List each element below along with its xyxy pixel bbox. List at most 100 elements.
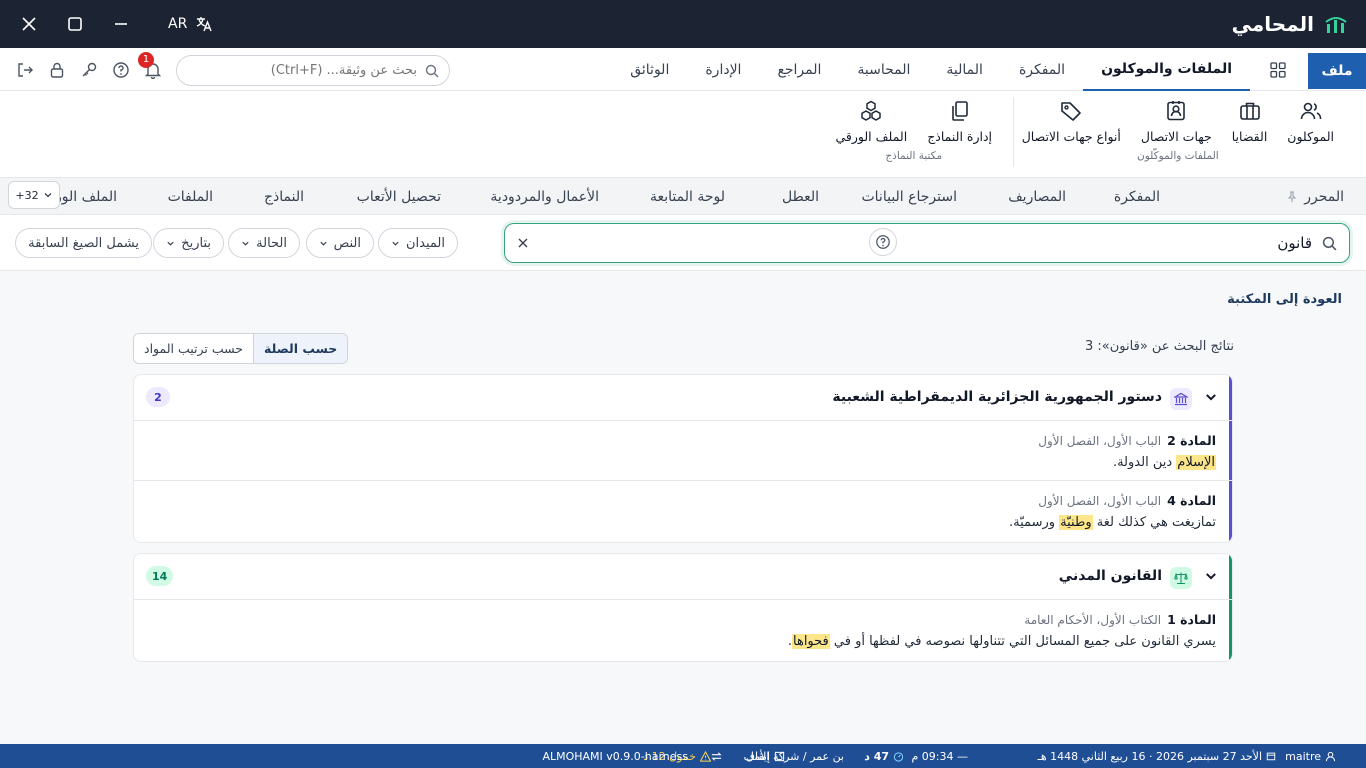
ribbon-group-caption: مكتبة النماذج (885, 150, 943, 162)
module-tab-editor[interactable]: المحرر (1286, 178, 1344, 215)
result-group-header[interactable]: دستور الجمهورية الجزائرية الديمقراطية ال… (134, 375, 1232, 421)
module-tab-paper-file[interactable]: الملف الور (55, 178, 117, 215)
menu-tabs: الملفات والموكلون المفكرة المالية المحاس… (612, 48, 1250, 91)
swap-arrows-icon (711, 751, 722, 761)
module-tab-data-recovery[interactable]: استرجاع البيانات (861, 178, 957, 215)
paper-file-button[interactable]: الملف الورقي (827, 99, 915, 144)
user-icon (1325, 751, 1336, 761)
contacts-button[interactable]: جهات الاتصال (1133, 99, 1220, 144)
hit-highlight: الإسلام (1176, 455, 1216, 470)
maximize-icon (68, 17, 82, 31)
ribbon-group-templates: إدارة النماذج الملف الورقي مكتبة النماذج (827, 99, 1000, 175)
file-menu-button[interactable]: ملف (1308, 53, 1366, 89)
results-count: نتائج البحث عن «قانون»: 3 (1085, 339, 1234, 354)
more-tabs-button[interactable]: +32 (8, 181, 60, 209)
module-tab-templates[interactable]: النماذج (264, 178, 304, 215)
cases-button[interactable]: القضايا (1224, 99, 1276, 144)
ribbon-toolbar: الموكلون القضايا جهات الاتصال أنواع جهات… (0, 91, 1366, 178)
key-button[interactable] (80, 61, 98, 79)
hit-reference: المادة 2 الباب الأول، الفصل الأول (1038, 433, 1216, 448)
menu-tab-references[interactable]: المراجع (759, 48, 839, 91)
sort-by-relevance[interactable]: حسب الصلة (253, 334, 348, 363)
filter-date-chip[interactable]: بتاريخ (153, 228, 224, 258)
hit-snippet: الإسلام دين الدولة. (1112, 455, 1216, 470)
clients-label: الموكلون (1287, 129, 1334, 144)
hit-highlight: فحواها (792, 634, 830, 649)
manage-templates-button[interactable]: إدارة النماذج (919, 99, 1000, 144)
paper-file-label: الملف الورقي (835, 129, 908, 144)
sort-by-article-order[interactable]: حسب ترتيب المواد (134, 334, 254, 363)
language-switch[interactable]: AR (168, 15, 213, 33)
menu-tab-files-clients[interactable]: الملفات والموكلون (1083, 48, 1250, 91)
menu-tab-agenda[interactable]: المفكرة (1001, 48, 1083, 91)
contact-card-icon (1167, 101, 1186, 121)
app-brand: المحامي (1232, 0, 1348, 48)
status-time: — 09:34 م (911, 749, 968, 763)
result-group-header[interactable]: القانون المدني 14 (134, 554, 1232, 600)
module-tab-work-profitability[interactable]: الأعمال والمردودية (490, 178, 599, 215)
close-window-button[interactable] (18, 13, 40, 35)
chevron-down-icon[interactable] (1204, 390, 1218, 404)
status-user-name: maitre (1285, 749, 1321, 763)
lock-icon (50, 62, 64, 78)
filter-text-label: النص (333, 235, 361, 251)
hit-snippet: يسري القانون على جميع المسائل التي تتناو… (787, 634, 1216, 649)
library-search-field (504, 223, 1350, 263)
hit-snippet: تمازيغت هي كذلك لغة وطنيّة ورسميّة. (1009, 515, 1216, 530)
chevron-down-icon[interactable] (1204, 569, 1218, 583)
pause-label: إيقاف (743, 749, 770, 763)
include-previous-versions-chip[interactable]: يشمل الصيغ السابقة (15, 228, 152, 258)
document-search (176, 55, 450, 86)
module-tab-agenda[interactable]: المفكرة (1114, 178, 1160, 215)
module-tab-files[interactable]: الملفات (168, 178, 213, 215)
lock-button[interactable] (48, 61, 66, 79)
landmark-icon (1170, 388, 1192, 410)
contact-types-button[interactable]: أنواع جهات الاتصال (1014, 99, 1129, 144)
chevron-down-icon (242, 241, 249, 246)
menu-tab-finance[interactable]: المالية (928, 48, 1001, 91)
search-help-button[interactable] (869, 228, 897, 256)
minimize-window-button[interactable] (110, 13, 132, 35)
module-tab-fees-collection[interactable]: تحصيل الأتعاب (357, 178, 441, 215)
help-button[interactable] (112, 61, 130, 79)
clear-search-icon[interactable] (517, 237, 529, 249)
language-code: AR (168, 16, 188, 32)
pause-button[interactable]: إيقاف (744, 744, 785, 768)
apps-grid-button[interactable] (1270, 62, 1286, 78)
module-tab-holidays[interactable]: العطل (782, 178, 819, 215)
module-tab-dashboard[interactable]: لوحة المتابعة (650, 178, 725, 215)
filter-text-chip[interactable]: النص (305, 228, 374, 258)
menu-tab-administration[interactable]: الإدارة (687, 48, 759, 91)
back-to-library-link[interactable]: العودة إلى المكتبة (1227, 292, 1342, 307)
ribbon-group-files-clients: الموكلون القضايا جهات الاتصال أنواع جهات… (1014, 99, 1342, 175)
status-sync-text: 47 د (864, 749, 889, 763)
menu-tab-accounting[interactable]: المحاسبة (839, 48, 928, 91)
calendar-icon (1266, 752, 1276, 761)
menu-tab-documents[interactable]: الوثائق (612, 48, 687, 91)
notifications-button[interactable]: 1 (138, 51, 162, 79)
module-tab-expenses[interactable]: المصاريف (1008, 178, 1066, 215)
hit-path: الكتاب الأول، الأحكام العامة (1024, 613, 1162, 627)
result-count-badge: 14 (146, 566, 174, 586)
document-search-input[interactable] (187, 63, 417, 78)
filter-domain-chip[interactable]: الميدان (378, 228, 458, 258)
clients-button[interactable]: الموكلون (1279, 99, 1342, 144)
search-hit[interactable]: المادة 4 الباب الأول، الفصل الأول تمازيغ… (134, 481, 1232, 541)
search-icon (425, 64, 439, 77)
library-search-bar: الميدان النص الحالة بتاريخ يشمل الصيغ ال… (0, 215, 1366, 271)
search-hit[interactable]: المادة 2 الباب الأول، الفصل الأول الإسلا… (134, 421, 1232, 481)
logout-button[interactable] (16, 61, 34, 79)
briefcase-icon (1239, 102, 1260, 120)
grid-icon (1270, 62, 1286, 78)
status-sync: 47 د (864, 744, 904, 768)
filter-status-chip[interactable]: الحالة (228, 228, 300, 258)
stop-square-icon (774, 751, 785, 761)
ribbon-group-caption: الملفات والموكّلون (1137, 150, 1219, 162)
maximize-window-button[interactable] (64, 13, 86, 35)
hit-reference: المادة 1 الكتاب الأول، الأحكام العامة (1024, 612, 1216, 627)
hit-article: المادة 4 (1167, 493, 1216, 508)
library-search-input[interactable] (539, 234, 1312, 252)
manage-templates-label: إدارة النماذج (927, 129, 992, 144)
sync-button[interactable] (710, 744, 723, 768)
search-hit[interactable]: المادة 1 الكتاب الأول، الأحكام العامة يس… (134, 600, 1232, 660)
